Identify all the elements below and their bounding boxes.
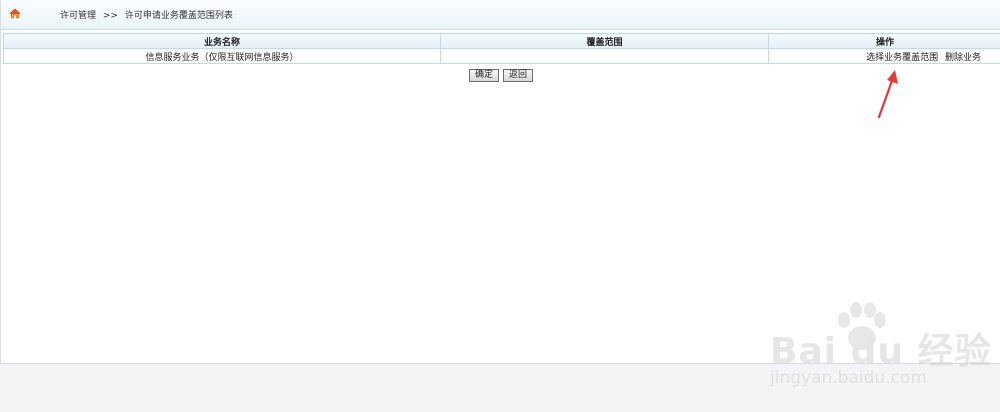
cell-business-name: 信息服务业务（仅限互联网信息服务） [4,49,441,64]
table-header-row: 业务名称 覆盖范围 操作 [4,34,1000,49]
cell-actions: 选择业务覆盖范围 删除业务 [769,49,1000,64]
table-row: 信息服务业务（仅限互联网信息服务） 选择业务覆盖范围 删除业务 [4,49,1000,64]
breadcrumb-item-current: 许可申请业务覆盖范围列表 [125,11,233,21]
watermark-brand: Bai du 经验 [770,322,992,374]
baidu-watermark: Bai du 经验 jingyan.baidu.com [770,300,990,400]
breadcrumb-bar: 许可管理 >> 许可申请业务覆盖范围列表 [1,0,1000,30]
back-button[interactable]: 返回 [503,69,533,82]
button-row: 确定 返回 [1,69,1000,82]
breadcrumb-item-license-management[interactable]: 许可管理 [60,11,96,21]
cell-coverage [441,49,769,64]
column-header-coverage: 覆盖范围 [441,34,769,49]
select-coverage-link[interactable]: 选择业务覆盖范围 [866,53,938,63]
watermark-site: jingyan.baidu.com [770,368,927,388]
column-header-actions: 操作 [769,34,1000,49]
breadcrumb: 许可管理 >> 许可申请业务覆盖范围列表 [60,8,233,21]
column-header-business-name: 业务名称 [4,34,441,49]
delete-business-link[interactable]: 删除业务 [945,53,981,63]
red-arrow-annotation [871,64,901,124]
confirm-button[interactable]: 确定 [469,69,499,82]
home-icon[interactable] [9,8,21,19]
breadcrumb-separator: >> [103,11,118,21]
coverage-table: 业务名称 覆盖范围 操作 信息服务业务（仅限互联网信息服务） 选择业务覆盖范围 … [3,33,1000,64]
